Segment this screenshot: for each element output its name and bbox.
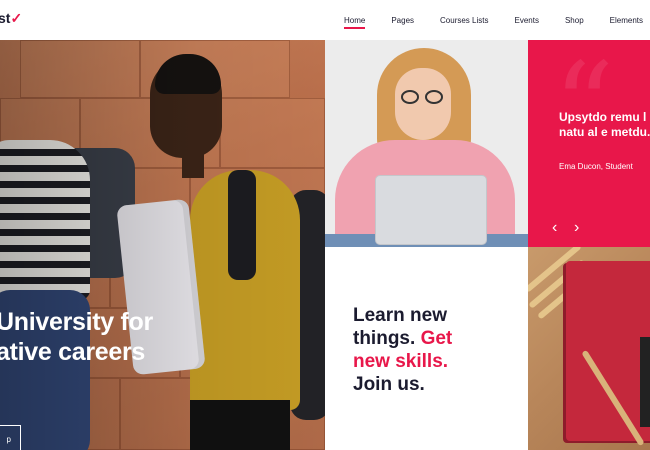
- glasses-icon: [399, 90, 447, 104]
- learn-line3: new skills.: [353, 351, 449, 372]
- hero-cta-button[interactable]: p: [0, 425, 21, 450]
- testimonial-quote: Upsytdo remu l amet, natu al e metdu.: [559, 110, 650, 139]
- main-nav: Home Pages Courses Lists Events Shop Ele…: [318, 0, 643, 40]
- learn-line2-accent: Get: [420, 328, 453, 349]
- hero-title-line1: University for: [0, 308, 153, 336]
- student-face: [395, 68, 451, 140]
- testimonial-panel: “ Upsytdo remu l amet, natu al e metdu. …: [528, 40, 650, 247]
- chevron-left-icon[interactable]: ‹: [552, 220, 557, 236]
- notebook-page: [640, 337, 650, 427]
- learn-line2-dark: things.: [353, 328, 421, 349]
- student-photo: [325, 40, 528, 247]
- learn-line4: Join us.: [353, 374, 425, 395]
- student-laptop: [375, 175, 487, 245]
- logo-text: st: [0, 10, 11, 26]
- logo-check-icon: ✓: [10, 10, 23, 26]
- chevron-right-icon[interactable]: ›: [574, 220, 579, 236]
- hero-overlay: [0, 40, 325, 450]
- pencils-photo: [528, 247, 650, 450]
- nav-pages[interactable]: Pages: [391, 16, 414, 25]
- hero-title: University for ative careers: [0, 307, 153, 367]
- site-header: st✓ Home Pages Courses Lists Events Shop…: [0, 0, 650, 40]
- hero-title-line2: ative careers: [0, 338, 146, 366]
- nav-elements[interactable]: Elements: [610, 16, 643, 25]
- red-notebook: [566, 261, 650, 441]
- learn-line2: things. Get: [353, 327, 452, 350]
- testimonial-author: Ema Ducon, Student: [559, 162, 633, 171]
- nav-shop[interactable]: Shop: [565, 16, 584, 25]
- hero-photo: University for ative careers p: [0, 40, 325, 450]
- learn-line1: Learn new: [353, 305, 447, 326]
- learn-block: Learn new things. Get new skills. Join u…: [325, 247, 528, 450]
- nav-home[interactable]: Home: [343, 16, 366, 29]
- quote-icon: “: [553, 40, 615, 177]
- site-logo[interactable]: st✓: [0, 10, 22, 27]
- nav-courses-lists[interactable]: Courses Lists: [440, 16, 488, 25]
- nav-events[interactable]: Events: [514, 16, 538, 25]
- learn-heading: Learn new things. Get new skills. Join u…: [353, 304, 452, 396]
